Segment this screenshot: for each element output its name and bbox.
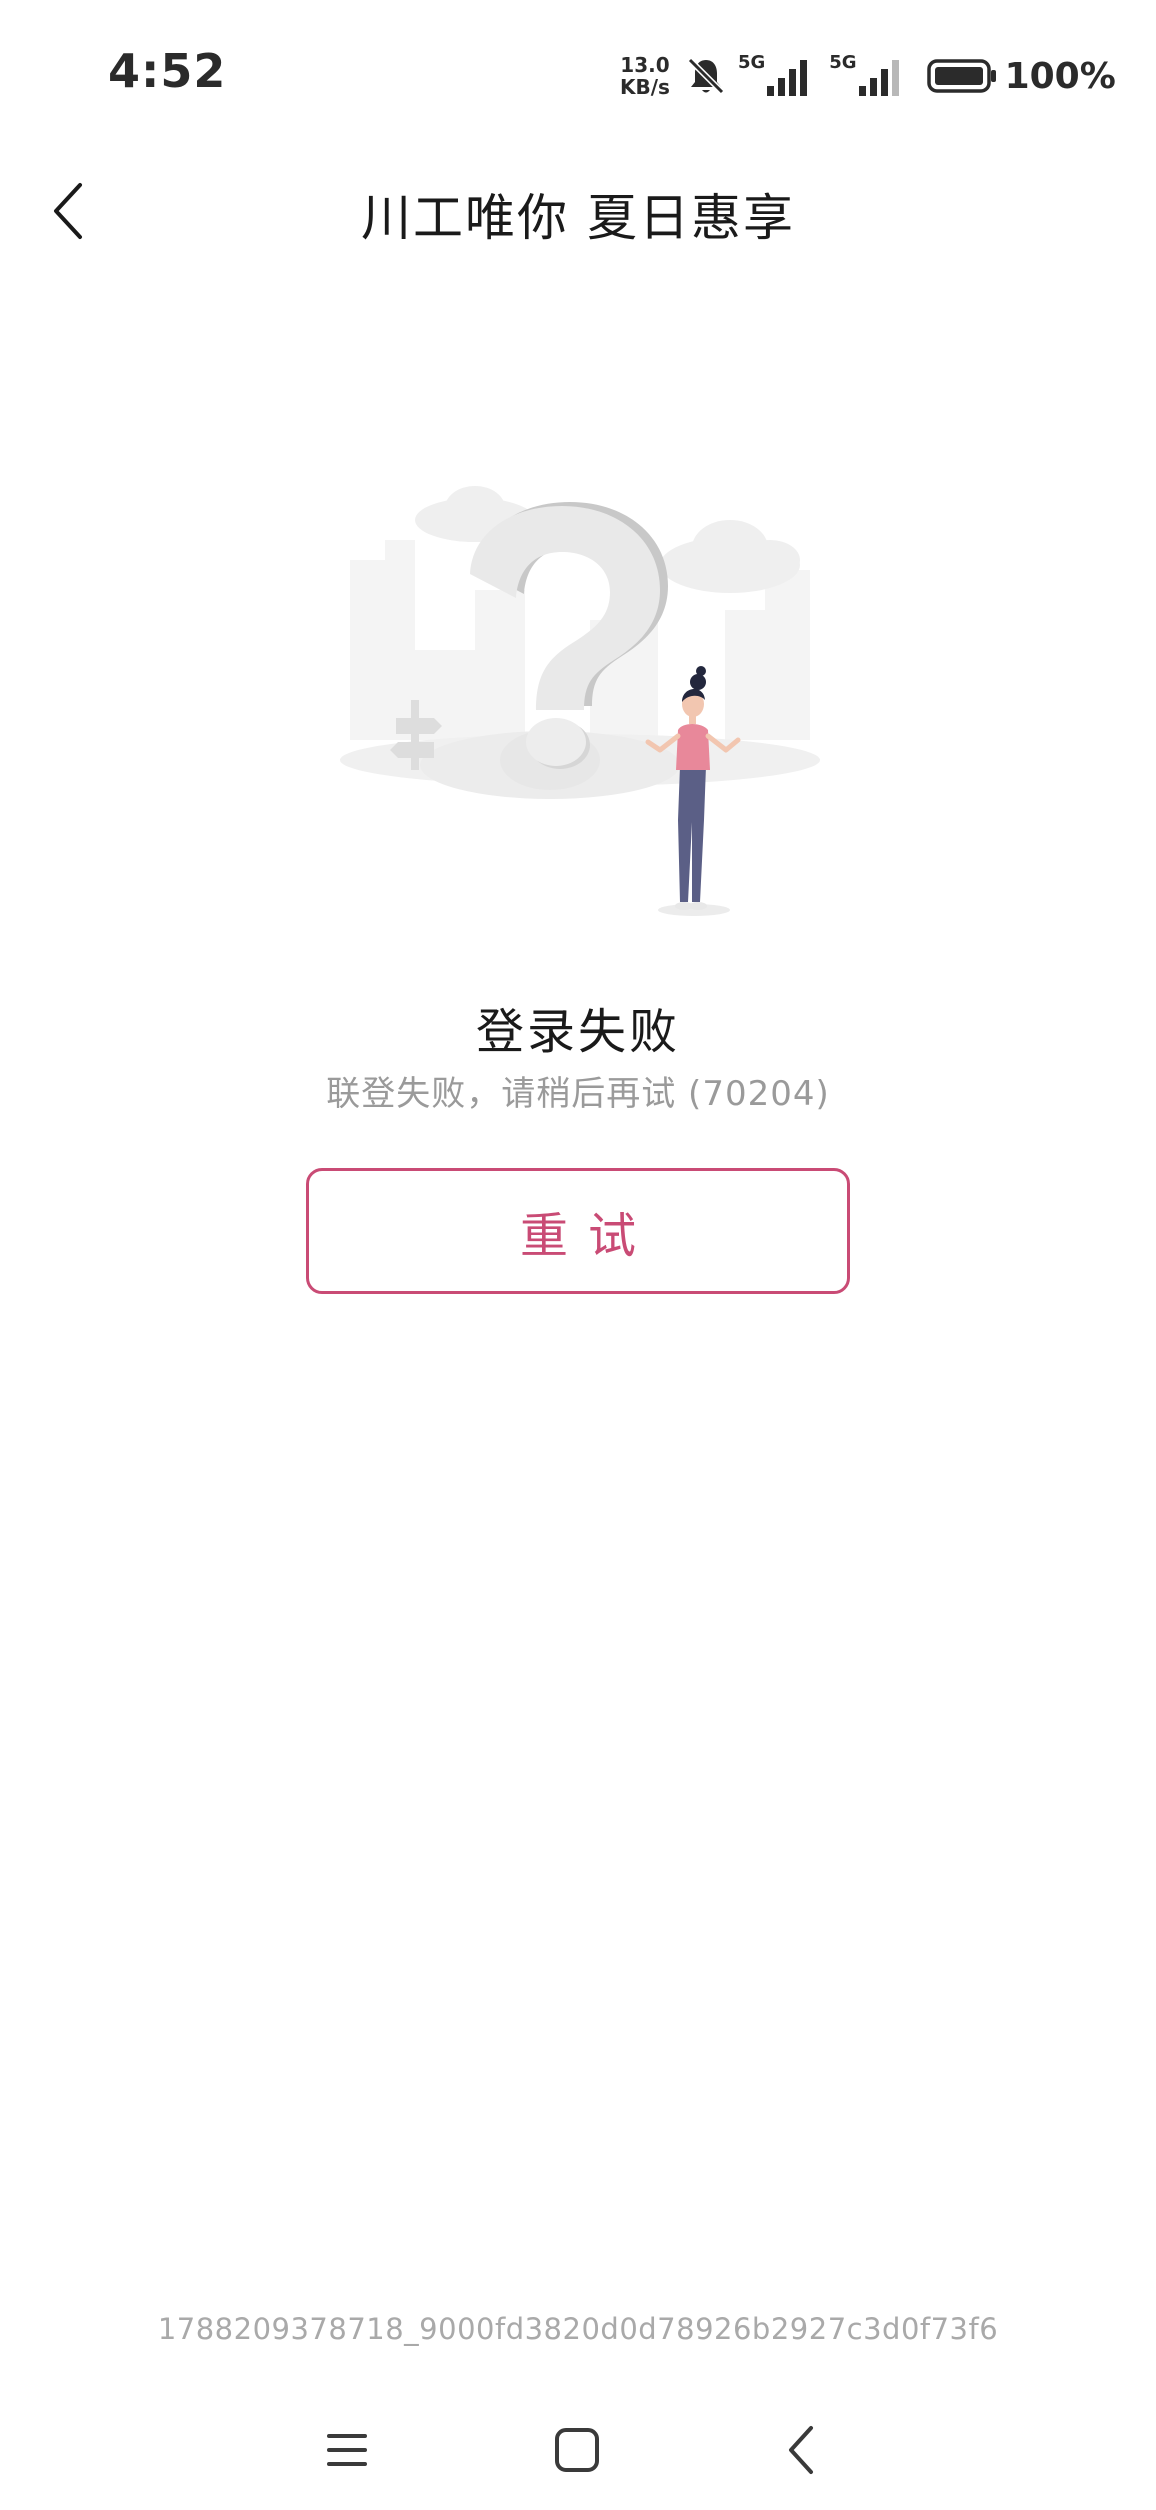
question-mark-illustration xyxy=(340,486,820,916)
status-bar: 4:52 13.0 KB/s 5G 5G 100% xyxy=(0,0,1156,150)
signal-icon xyxy=(858,60,899,96)
network-speed-value: 13.0 xyxy=(620,53,670,77)
recent-apps-button[interactable] xyxy=(302,2410,392,2490)
home-button[interactable] xyxy=(532,2410,622,2490)
nav-back-button[interactable] xyxy=(756,2410,846,2490)
battery-status: 100% xyxy=(926,55,1116,97)
retry-button-label: 重试 xyxy=(519,1208,656,1264)
sim1-network-type: 5G xyxy=(737,52,766,73)
home-square-icon xyxy=(555,2428,599,2472)
back-chevron-icon xyxy=(789,2426,813,2474)
signal-icon xyxy=(767,60,808,96)
battery-icon xyxy=(926,59,996,93)
menu-icon xyxy=(327,2434,367,2466)
error-title: 登录失败 xyxy=(475,1004,680,1060)
bell-mute-icon xyxy=(687,57,725,95)
page-title: 川工唯你 夏日惠享 xyxy=(361,189,795,247)
error-description: 联登失败，请稍后再试 (70204) xyxy=(326,1074,830,1114)
sim1-signal: 5G xyxy=(738,52,819,96)
sim2-network-type: 5G xyxy=(829,52,857,73)
app-header: 川工唯你 夏日惠享 xyxy=(0,150,1156,270)
battery-percentage: 100% xyxy=(1004,55,1116,97)
trace-id: 1788209378718_9000fd3820d0d78926b2927c3d… xyxy=(157,2312,999,2346)
retry-button[interactable]: 重试 xyxy=(306,1168,850,1294)
network-speed: 13.0 KB/s xyxy=(620,54,670,98)
network-speed-unit: KB/s xyxy=(620,75,670,99)
sim2-signal: 5G xyxy=(829,52,910,96)
system-nav-bar xyxy=(0,2400,1156,2510)
status-indicators: 13.0 KB/s 5G 5G 100% xyxy=(620,46,1116,106)
status-time: 4:52 xyxy=(108,44,227,98)
